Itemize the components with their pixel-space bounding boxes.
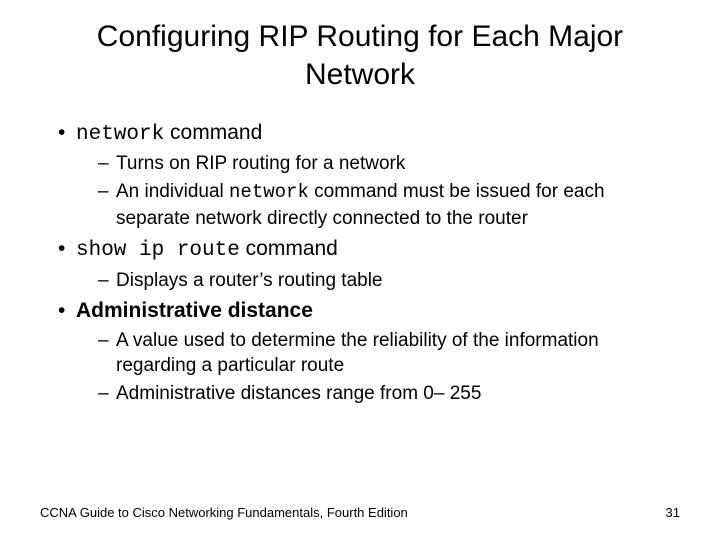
bullet-show-ip-route: show ip route command Displays a router’…	[58, 235, 680, 293]
text-part: An individual	[116, 181, 229, 202]
text-command-suffix: command	[164, 121, 262, 144]
sub-list: Displays a router’s routing table	[76, 268, 680, 294]
code-network: network	[76, 123, 164, 146]
footer: CCNA Guide to Cisco Networking Fundament…	[40, 505, 680, 520]
text-command-suffix: command	[240, 237, 338, 260]
code-show-ip-route: show ip route	[76, 239, 240, 262]
sub-list: A value used to determine the reliabilit…	[76, 328, 680, 407]
bullet-list: network command Turns on RIP routing for…	[40, 119, 680, 407]
sub-reliability: A value used to determine the reliabilit…	[98, 328, 680, 379]
bullet-network-command: network command Turns on RIP routing for…	[58, 119, 680, 231]
sub-range: Administrative distances range from 0– 2…	[98, 381, 680, 407]
text-admin-distance: Administrative distance	[76, 299, 313, 322]
sub-individual-network: An individual network command must be is…	[98, 179, 680, 231]
slide-title: Configuring RIP Routing for Each Major N…	[40, 18, 680, 93]
sub-list: Turns on RIP routing for a network An in…	[76, 151, 680, 231]
sub-displays-table: Displays a router’s routing table	[98, 268, 680, 294]
bullet-admin-distance: Administrative distance A value used to …	[58, 297, 680, 406]
code-network-inline: network	[229, 181, 309, 203]
page-number: 31	[666, 505, 680, 520]
footer-text: CCNA Guide to Cisco Networking Fundament…	[40, 505, 408, 520]
sub-turns-on: Turns on RIP routing for a network	[98, 151, 680, 177]
